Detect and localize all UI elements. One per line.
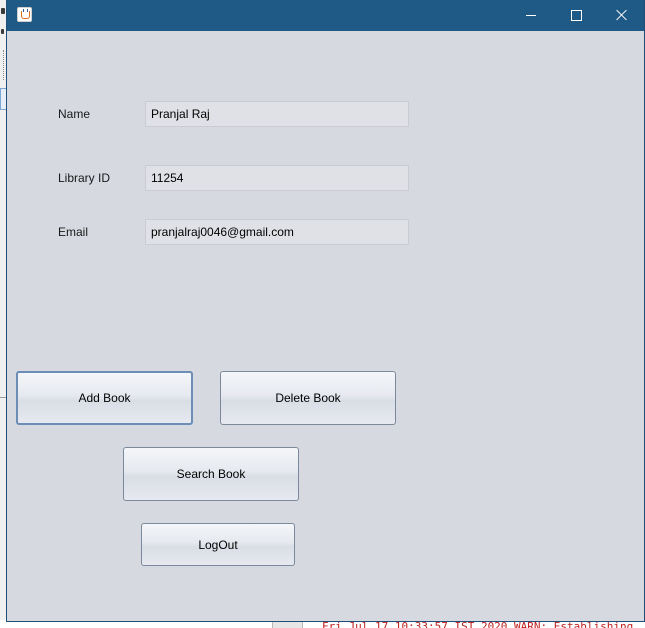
logout-button[interactable]: LogOut [141,523,295,566]
title-bar[interactable] [7,0,644,31]
email-label: Email [58,225,89,239]
library-id-label: Library ID [58,171,111,185]
library-id-field[interactable] [145,165,409,191]
background-mark [1,29,4,34]
background-dotted-line [3,50,5,80]
add-book-button[interactable]: Add Book [16,371,193,425]
close-button[interactable] [598,0,644,31]
background-mark [1,8,5,14]
name-field[interactable] [145,101,409,127]
delete-book-button[interactable]: Delete Book [220,371,396,425]
maximize-button[interactable] [553,0,599,31]
search-book-button[interactable]: Search Book [123,447,299,501]
minimize-button[interactable] [508,0,554,31]
name-label: Name [58,107,91,121]
java-cup-icon [17,7,32,22]
email-field[interactable] [145,219,409,245]
app-window: Name Library ID Email Add Book Delete Bo… [6,0,645,622]
